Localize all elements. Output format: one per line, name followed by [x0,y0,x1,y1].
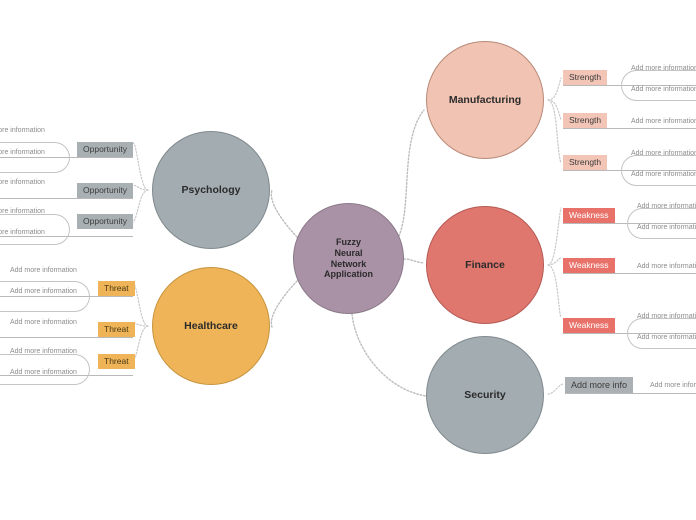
center-line-1: Fuzzy [335,236,361,247]
wire-center-finance [403,258,425,264]
stem-weakness-2 [563,273,696,274]
wire-center-healthcare [270,280,298,328]
leaf-security-1-1[interactable]: Add more information [650,381,696,390]
branch-label-security: Security [464,388,506,401]
tag-opportunity-3[interactable]: Opportunity [77,214,133,229]
wire-center-security [351,313,427,397]
wire-center-manufacturing [398,109,425,237]
leaf-opportunity-3-1[interactable]: Add more information [0,207,45,216]
leaf-strength-1-2[interactable]: Add more information [631,85,696,94]
branch-node-psychology[interactable]: Psychology [152,131,270,249]
wire-manufacturing-2 [547,99,562,121]
branch-label-healthcare: Healthcare [184,319,238,332]
leaf-strength-3-1[interactable]: Add more information [631,149,696,158]
leaf-threat-3-2[interactable]: Add more information [10,368,77,377]
wire-security-1 [547,383,564,395]
leaf-opportunity-3-2[interactable]: Add more information [0,228,45,237]
tag-weakness-1[interactable]: Weakness [563,208,615,223]
stem-threat-2 [0,337,133,338]
mindmap-canvas: Fuzzy Neural Network Application Psychol… [0,0,696,520]
subbranch-opportunity-1 [0,142,70,173]
tag-threat-1[interactable]: Threat [98,281,135,296]
tag-threat-2[interactable]: Threat [98,322,135,337]
leaf-opportunity-1-1[interactable]: Add more information [0,126,45,135]
leaf-strength-2-1[interactable]: Add more information [631,117,696,126]
tag-threat-3[interactable]: Threat [98,354,135,369]
leaf-threat-1-2[interactable]: Add more information [10,287,77,296]
wire-manufacturing-3 [547,99,562,164]
wire-finance-2 [547,257,562,266]
leaf-weakness-3-1[interactable]: Add more information [637,312,696,321]
branch-label-psychology: Psychology [181,183,241,196]
leaf-strength-3-2[interactable]: Add more information [631,170,696,179]
wire-manufacturing-1 [547,77,562,101]
wire-center-psychology [270,189,298,238]
branch-node-finance[interactable]: Finance [426,206,544,324]
leaf-threat-1-1[interactable]: Add more information [10,266,77,275]
leaf-weakness-3-2[interactable]: Add more information [637,333,696,342]
leaf-strength-1-1[interactable]: Add more information [631,64,696,73]
leaf-opportunity-1-2[interactable]: Add more information [0,148,45,157]
tag-security-info[interactable]: Add more info [565,377,634,393]
center-line-4: Application [324,269,373,280]
branch-label-manufacturing: Manufacturing [448,93,522,106]
leaf-weakness-1-2[interactable]: Add more information [637,223,696,232]
wire-psychology-1 [132,142,149,191]
leaf-opportunity-2-1[interactable]: Add more information [0,178,45,187]
branch-node-manufacturing[interactable]: Manufacturing [426,41,544,159]
wire-healthcare-1 [132,281,149,327]
tag-strength-3[interactable]: Strength [563,155,608,170]
tag-strength-1[interactable]: Strength [563,70,608,85]
wire-finance-1 [547,207,562,266]
branch-node-security[interactable]: Security [426,336,544,454]
tag-opportunity-2[interactable]: Opportunity [77,183,133,198]
center-line-3: Network [330,258,367,269]
center-node-label: Fuzzy Neural Network Application [324,237,373,281]
tag-strength-2[interactable]: Strength [563,113,608,128]
center-line-2: Neural [334,247,363,258]
wire-psychology-2 [132,184,149,191]
tag-opportunity-1[interactable]: Opportunity [77,142,133,157]
leaf-threat-2-1[interactable]: Add more information [10,318,77,327]
tag-weakness-2[interactable]: Weakness [563,258,615,273]
tag-weakness-3[interactable]: Weakness [563,318,615,333]
branch-node-healthcare[interactable]: Healthcare [152,267,270,385]
wire-finance-3 [547,264,562,319]
wire-healthcare-3 [132,325,149,362]
leaf-threat-3-1[interactable]: Add more information [10,347,77,356]
stem-security-1 [565,393,696,394]
leaf-weakness-1-1[interactable]: Add more information [637,202,696,211]
wire-psychology-3 [132,189,149,223]
center-node[interactable]: Fuzzy Neural Network Application [293,203,404,314]
stem-opportunity-2 [0,198,133,199]
branch-label-finance: Finance [465,258,505,271]
subbranch-threat-1 [0,281,90,312]
stem-strength-2 [563,128,696,129]
leaf-weakness-2-1[interactable]: Add more information [637,262,696,271]
